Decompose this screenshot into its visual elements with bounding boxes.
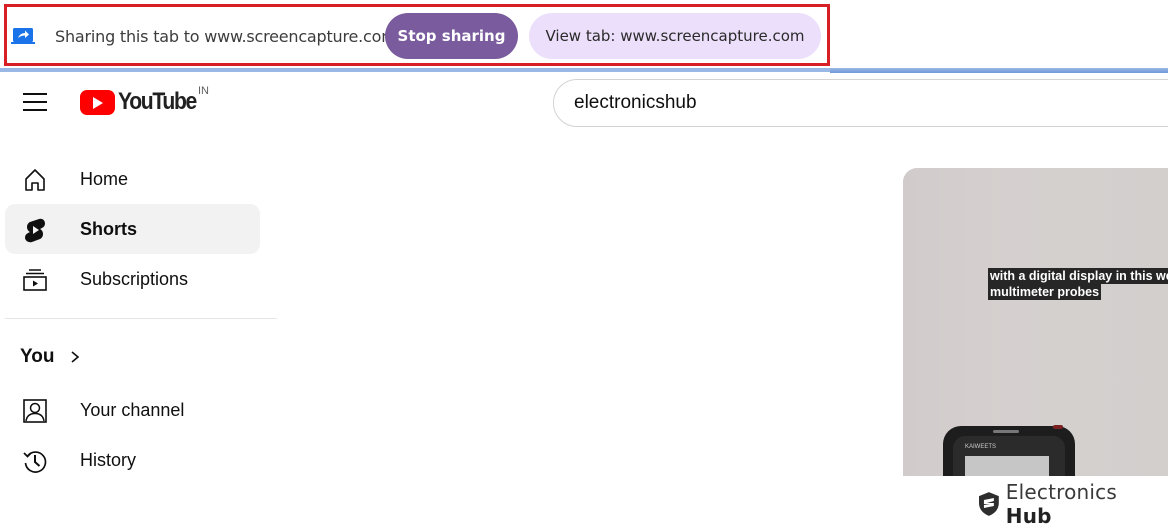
sidebar-item-history[interactable]: History <box>5 435 260 485</box>
youtube-play-icon <box>80 89 115 115</box>
sidebar-item-your-channel[interactable]: Your channel <box>5 385 260 435</box>
sharing-status-text: Sharing this tab to www.screencapture.co… <box>55 27 397 46</box>
video-caption: with a digital display in this we multim… <box>988 268 1168 300</box>
electronics-hub-shield-icon <box>978 492 999 516</box>
caption-line: multimeter probes <box>988 284 1102 300</box>
sidebar-item-shorts[interactable]: Shorts <box>5 204 260 254</box>
home-icon <box>25 169 45 191</box>
search-query: electronicshub <box>574 92 697 113</box>
watermark-text: Electronics Hub <box>1006 480 1168 528</box>
chevron-right-icon <box>71 351 80 363</box>
view-tab-button[interactable]: View tab: www.screencapture.com <box>529 13 821 59</box>
sidebar-item-label: Your channel <box>80 399 185 420</box>
watermark-text-light: Electronics <box>1005 480 1118 504</box>
screen-share-icon <box>11 28 35 44</box>
sidebar-item-label: Shorts <box>80 218 138 239</box>
your-channel-icon <box>23 399 47 423</box>
stop-sharing-button[interactable]: Stop sharing <box>385 13 518 59</box>
tab-highlight-border <box>0 68 830 72</box>
sidebar-item-label: History <box>80 449 137 470</box>
sidebar-divider <box>5 318 277 319</box>
meter-screen <box>965 456 1049 476</box>
hamburger-menu-icon[interactable] <box>23 91 47 113</box>
tab-highlight-border-right <box>830 68 1168 73</box>
meter-slot <box>993 430 1019 433</box>
search-input[interactable]: electronicshub <box>553 79 1168 127</box>
shorts-icon <box>25 218 45 243</box>
caption-line: with a digital display in this we <box>988 268 1168 284</box>
multimeter-image: KAIWEETS <box>943 425 1075 476</box>
sidebar-item-label: Subscriptions <box>80 268 189 289</box>
youtube-logo[interactable]: YouTube <box>80 88 207 116</box>
sidebar-item-label: Home <box>80 168 129 189</box>
country-code: IN <box>198 85 209 97</box>
subscriptions-icon <box>23 269 47 291</box>
sidebar-item-subscriptions[interactable]: Subscriptions <box>5 254 260 304</box>
you-section-header[interactable]: You <box>20 346 82 368</box>
tab-sharing-bar: Sharing this tab to www.screencapture.co… <box>0 0 1168 70</box>
logo-text: YouTube <box>118 88 197 115</box>
meter-button <box>1053 425 1063 429</box>
shorts-video-player[interactable]: with a digital display in this we multim… <box>903 168 1168 476</box>
you-section-title: You <box>20 346 55 367</box>
meter-brand: KAIWEETS <box>965 444 997 450</box>
history-icon <box>23 451 47 473</box>
sidebar-item-home[interactable]: Home <box>5 154 260 204</box>
electronics-hub-watermark: Electronics Hub <box>978 480 1168 528</box>
